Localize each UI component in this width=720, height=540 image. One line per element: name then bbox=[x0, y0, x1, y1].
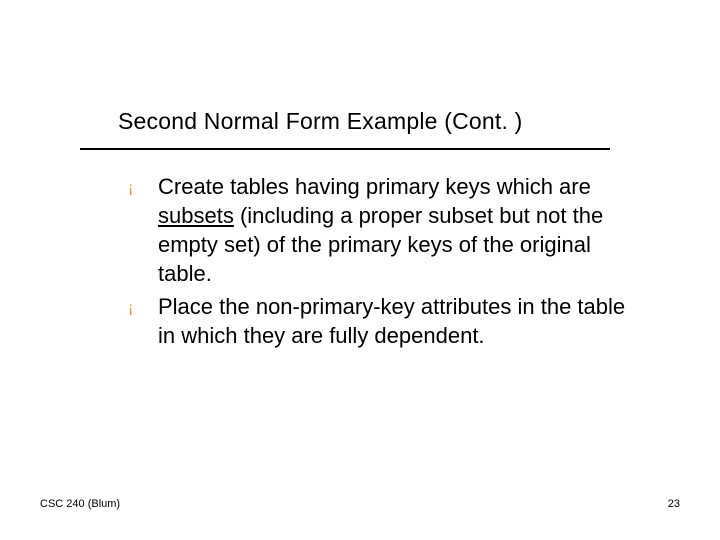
list-item: ¡ Place the non-primary-key attributes i… bbox=[128, 292, 648, 350]
slide-number: 23 bbox=[668, 498, 680, 510]
underlined-text: subsets bbox=[158, 203, 234, 228]
text-segment: Create tables having primary keys which … bbox=[158, 174, 591, 199]
slide-body: ¡ Create tables having primary keys whic… bbox=[128, 172, 648, 354]
text-segment: Place the non-primary-key attributes in … bbox=[158, 294, 625, 348]
bullet-icon: ¡ bbox=[128, 172, 158, 204]
title-underline-rule bbox=[80, 148, 610, 150]
list-item-text: Create tables having primary keys which … bbox=[158, 172, 648, 288]
slide: Second Normal Form Example (Cont. ) ¡ Cr… bbox=[0, 0, 720, 540]
slide-title: Second Normal Form Example (Cont. ) bbox=[118, 108, 523, 135]
footer-left: CSC 240 (Blum) bbox=[40, 498, 120, 510]
list-item: ¡ Create tables having primary keys whic… bbox=[128, 172, 648, 288]
list-item-text: Place the non-primary-key attributes in … bbox=[158, 292, 648, 350]
bullet-icon: ¡ bbox=[128, 292, 158, 324]
